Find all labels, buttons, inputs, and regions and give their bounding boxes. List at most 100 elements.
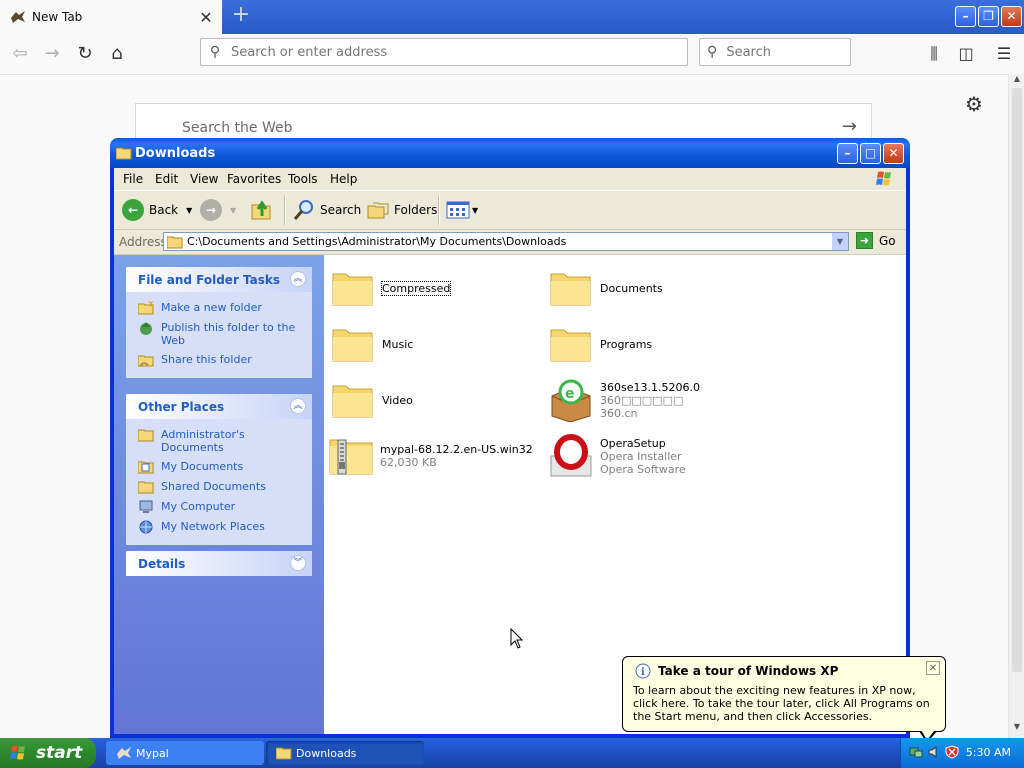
reload-icon[interactable]: ↻ [71,40,99,68]
menu-edit[interactable]: Edit [155,172,178,186]
forward-button[interactable]: → ▼ [200,197,236,223]
place-administrators-documents[interactable]: Administrator's Documents [126,425,312,457]
file-item-compressed[interactable]: Compressed [330,263,540,313]
browser-minimize-button[interactable]: – [955,6,976,27]
search-label: Search [320,203,362,217]
explorer-title-bar[interactable]: Downloads – □ ✕ [110,138,910,168]
sidebar-icon[interactable]: ◫ [952,40,980,68]
folder-icon [167,236,183,248]
scroll-thumb[interactable] [1012,88,1022,672]
file-item-documents[interactable]: Documents [548,263,758,313]
panel-header[interactable]: File and Folder Tasks ︽ [126,267,312,292]
scroll-up-icon[interactable]: ▲ [1009,74,1024,88]
security-shield-icon[interactable] [945,745,959,759]
folders-icon [367,202,389,219]
tab-close-icon[interactable]: ✕ [196,8,216,27]
task-make-new-folder[interactable]: Make a new folder [126,298,312,318]
file-item-mypal-zip[interactable]: mypal-68.12.2.en-US.win32 62,030 KB [328,431,538,481]
library-icon[interactable]: ⫼ [920,40,948,68]
balloon-body[interactable]: To learn about the exciting new features… [633,684,938,723]
file-item-programs[interactable]: Programs [548,319,758,369]
explorer-minimize-button[interactable]: – [837,143,858,164]
file-item-video[interactable]: Video [330,375,540,425]
panel-header[interactable]: Other Places ︽ [126,394,312,419]
folder-icon [116,147,132,160]
network-globe-icon [139,520,153,534]
chevron-down-icon[interactable]: ▼ [186,206,192,215]
forward-arrow-icon[interactable]: → [38,40,66,68]
panel-title: Details [138,557,186,571]
task-label: Share this folder [161,353,252,366]
explorer-toolbar: ← Back ▼ → ▼ Search Folders ▼ [114,191,906,230]
taskbar-item-mypal[interactable]: Mypal [106,741,264,765]
menu-favorites[interactable]: Favorites [227,172,281,186]
file-item-music[interactable]: Music [330,319,540,369]
search-button[interactable]: Search [292,197,361,223]
clock[interactable]: 5:30 AM [966,746,1011,759]
expand-icon[interactable]: ︾ [290,555,306,571]
panel-header[interactable]: Details ︾ [126,551,312,576]
menu-tools[interactable]: Tools [288,172,318,186]
task-publish-folder[interactable]: Publish this folder to the Web [126,318,312,350]
windows-flag-icon [876,171,891,186]
url-bar[interactable]: ⚲ [200,38,688,66]
place-my-computer[interactable]: My Computer [126,497,312,517]
folder-icon [138,429,154,442]
browser-tab[interactable]: New Tab ✕ [0,0,222,34]
page-search-arrow-icon[interactable]: → [842,116,857,137]
taskbar-item-downloads[interactable]: Downloads [266,741,424,765]
place-my-documents[interactable]: My Documents [126,457,312,477]
back-arrow-icon[interactable]: ⇦ [6,40,34,68]
place-my-network-places[interactable]: My Network Places [126,517,312,537]
folder-icon [332,329,373,362]
url-input[interactable] [229,43,687,61]
toolbar-separator [284,195,286,225]
browser-restore-button[interactable]: ❐ [978,6,999,27]
place-shared-documents[interactable]: Shared Documents [126,477,312,497]
new-tab-button[interactable]: + [230,4,252,28]
publish-web-icon [140,322,152,335]
file-name: Video [382,393,413,407]
new-folder-icon [138,301,154,315]
close-icon[interactable]: ✕ [926,661,940,675]
details-panel: Details ︾ [126,551,312,576]
tour-balloon[interactable]: i Take a tour of Windows XP ✕ To learn a… [622,656,946,743]
chevron-down-icon[interactable]: ▼ [472,206,478,215]
views-button[interactable]: ▼ [446,197,478,223]
search-input[interactable] [724,43,850,61]
scroll-down-icon[interactable]: ▼ [1009,722,1024,736]
collapse-icon[interactable]: ︽ [290,398,306,414]
start-button[interactable]: start [0,738,96,768]
file-item-360se[interactable]: e 360se13.1.5206.0 360□□□□□□ 360.cn [548,375,758,425]
menu-help[interactable]: Help [330,172,357,186]
folder-icon [276,747,292,760]
file-item-operasetup[interactable]: OperaSetup Opera Installer Opera Softwar… [548,431,758,481]
home-icon[interactable]: ⌂ [103,40,131,68]
hamburger-menu-icon[interactable]: ☰ [990,40,1018,68]
back-button[interactable]: ← Back ▼ [122,197,192,223]
network-tray-icon[interactable] [909,745,923,759]
explorer-close-button[interactable]: ✕ [883,143,904,164]
volume-tray-icon[interactable] [927,745,941,759]
address-field[interactable]: C:\Documents and Settings\Administrator\… [163,232,849,251]
folders-button[interactable]: Folders [366,197,437,223]
file-name: mypal-68.12.2.en-US.win32 [380,443,533,456]
browser-close-button[interactable]: ✕ [1001,6,1022,27]
menu-file[interactable]: File [123,172,143,186]
explorer-maximize-button[interactable]: □ [860,143,881,164]
menu-view[interactable]: View [190,172,218,186]
address-label: Address [119,235,167,249]
task-share-folder[interactable]: Share this folder [126,350,312,370]
computer-icon [139,500,153,513]
file-folder-tasks-panel: File and Folder Tasks ︽ Make a new folde… [126,267,312,378]
search-bar[interactable]: ⚲ [699,38,851,66]
chevron-down-icon[interactable]: ▼ [831,233,848,250]
opera-installer-icon [550,434,592,477]
page-scrollbar[interactable]: ▲ ▼ [1008,74,1024,738]
go-button[interactable]: ➜ Go [856,232,896,249]
file-company: Opera Software [600,462,686,476]
up-folder-button[interactable] [250,197,274,223]
file-description: 360□□□□□□ [600,393,684,407]
gear-icon[interactable]: ⚙ [965,92,983,116]
collapse-icon[interactable]: ︽ [290,271,306,287]
